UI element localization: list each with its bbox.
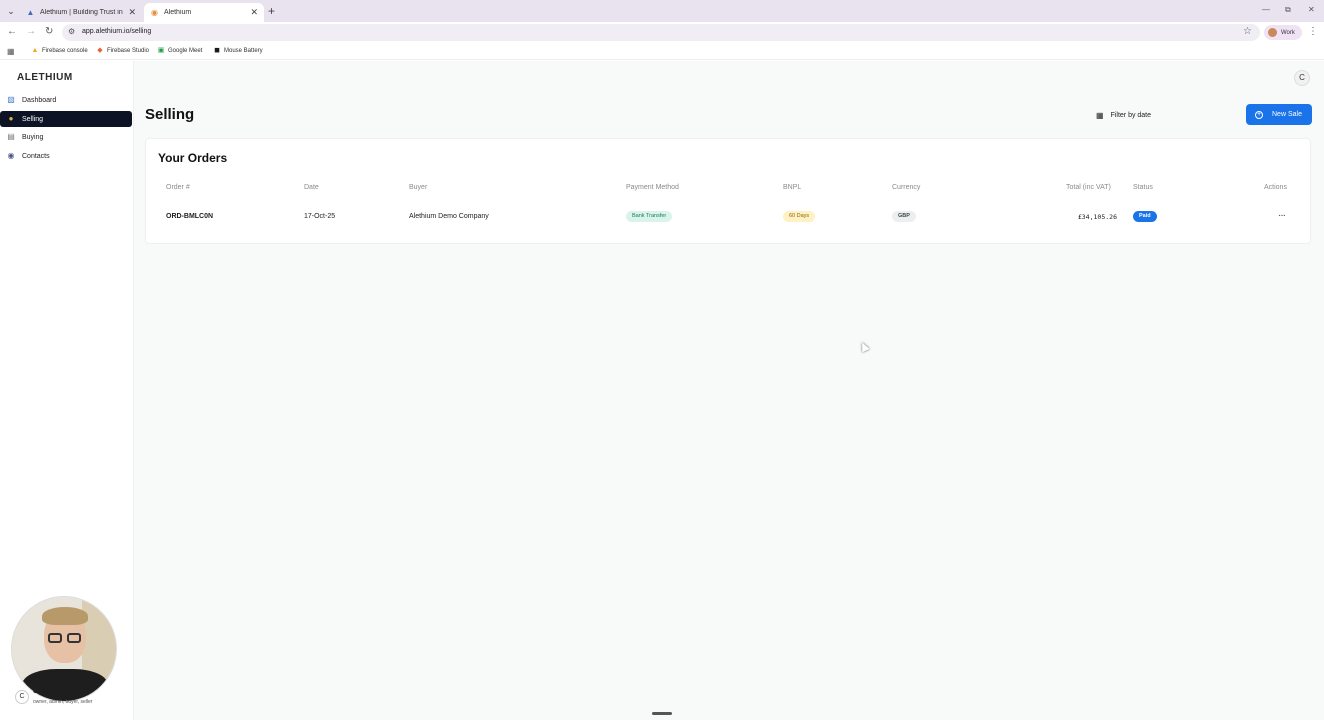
bookmark-label: Firebase console (42, 48, 88, 54)
bookmark-label: Google Meet (168, 48, 203, 54)
back-icon[interactable]: ← (7, 26, 17, 38)
user-roles: owner, admin, buyer, seller (33, 699, 93, 705)
webcam-overlay (11, 596, 117, 702)
firebase-icon: ▲ (31, 47, 39, 54)
webcam-person-body (22, 669, 108, 701)
tab-label: Alethium (164, 9, 192, 16)
sidebar: ALETHIUM ▧ Dashboard ● Selling ▤ Buying … (0, 61, 134, 720)
currency-badge: GBP (892, 211, 916, 222)
bnpl-badge: 60 Days (783, 211, 816, 222)
people-icon: ◉ (7, 151, 15, 160)
minimize-icon[interactable]: — (1262, 5, 1270, 14)
app-logo[interactable]: ALETHIUM (17, 72, 73, 83)
column-header-currency[interactable]: Currency (892, 184, 920, 191)
bookmarks-bar: ▦ ▲ Firebase console ◆ Firebase Studio ▣… (0, 43, 1324, 60)
order-buyer: Alethium Demo Company (409, 213, 489, 220)
order-total: £34,105.26 (1077, 213, 1117, 221)
close-icon[interactable]: ✕ (128, 7, 136, 18)
orders-card: Your Orders Order # Date Buyer Payment M… (145, 138, 1311, 244)
money-bag-icon: ● (8, 114, 14, 123)
column-header-total[interactable]: Total (inc VAT) (1066, 184, 1111, 191)
sidebar-item-label: Dashboard (22, 96, 57, 104)
firebase-studio-icon: ◆ (97, 47, 103, 54)
new-sale-button[interactable]: + New Sale (1246, 104, 1312, 125)
column-header-actions: Actions (1264, 184, 1287, 191)
address-bar: ← → ↻ ⚙ app.alethium.io/selling ☆ Work (0, 22, 1324, 43)
app-root: ALETHIUM ▧ Dashboard ● Selling ▤ Buying … (0, 61, 1324, 720)
site-info-icon[interactable]: ⚙ (68, 27, 75, 36)
sidebar-item-selling[interactable]: ● Selling (0, 111, 132, 127)
column-header-buyer[interactable]: Buyer (409, 184, 427, 191)
payment-method-badge: Bank Transfer (626, 211, 673, 222)
close-icon[interactable]: ✕ (250, 7, 258, 18)
profile-label: Work (1281, 29, 1295, 36)
column-header-payment-method[interactable]: Payment Method (626, 184, 679, 191)
url-field[interactable]: ⚙ app.alethium.io/selling ☆ (62, 24, 1260, 41)
sidebar-item-buying[interactable]: ▤ Buying (0, 129, 132, 145)
bookmark-mouse-battery[interactable]: ◼ Mouse Battery (213, 47, 263, 55)
orders-title: Your Orders (158, 151, 228, 165)
sidebar-item-contacts[interactable]: ◉ Contacts (0, 148, 132, 164)
sidebar-item-label: Contacts (22, 152, 50, 160)
restore-icon[interactable]: ⧉ (1285, 5, 1291, 15)
column-header-status[interactable]: Status (1133, 184, 1153, 191)
column-header-date[interactable]: Date (304, 184, 319, 191)
filter-label: Filter by date (1110, 111, 1152, 119)
alethium-favicon-icon: ◉ (151, 8, 158, 17)
order-number[interactable]: ORD-BMLC0N (166, 213, 213, 220)
new-tab-icon[interactable]: + (268, 4, 275, 18)
page-title: Selling (145, 106, 195, 123)
bookmark-firebase-studio[interactable]: ◆ Firebase Studio (96, 47, 149, 55)
bookmark-label: Firebase Studio (107, 48, 150, 54)
new-sale-label: New Sale (1272, 111, 1302, 118)
browser-menu-icon[interactable]: ⋮ (1308, 26, 1318, 37)
browser-tab[interactable]: ▲ Alethium | Building Trust in Wo ✕ (20, 3, 142, 22)
webcam-glasses-right (67, 633, 81, 643)
row-actions-menu-icon[interactable]: ··· (1278, 210, 1286, 221)
tab-search-icon[interactable]: ⌄ (4, 4, 18, 18)
plus-circle-icon: + (1255, 110, 1263, 119)
bookmark-label: Mouse Battery (224, 48, 263, 54)
window-close-icon[interactable]: ✕ (1308, 5, 1315, 14)
apps-grid-icon[interactable]: ▦ (7, 47, 15, 56)
mouse-battery-icon: ◼ (214, 47, 220, 54)
sidebar-item-label: Buying (22, 133, 44, 141)
calendar-icon: ▦ (1096, 110, 1104, 120)
filter-by-date-button[interactable]: ▦ Filter by date (1090, 105, 1170, 125)
column-header-bnpl[interactable]: BNPL (783, 184, 801, 191)
browser-tab-active[interactable]: ◉ Alethium ✕ (144, 3, 264, 22)
bookmark-google-meet[interactable]: ▣ Google Meet (157, 47, 203, 55)
chart-icon: ▧ (7, 95, 15, 104)
profile-avatar (1268, 28, 1277, 37)
column-header-order[interactable]: Order # (166, 184, 190, 191)
meet-icon: ▣ (157, 47, 165, 54)
user-avatar: C (15, 690, 29, 704)
order-date: 17-Oct-25 (304, 213, 336, 220)
status-badge: Paid (1133, 211, 1157, 222)
url-text: app.alethium.io/selling (82, 28, 152, 35)
bookmark-star-icon[interactable]: ☆ (1243, 26, 1252, 37)
tab-label: Alethium | Building Trust in Wo (40, 9, 124, 16)
reload-icon[interactable]: ↻ (45, 26, 53, 38)
alethium-favicon-icon: ▲ (26, 8, 35, 17)
sidebar-item-dashboard[interactable]: ▧ Dashboard (0, 92, 132, 108)
scroll-handle[interactable] (652, 712, 672, 715)
sidebar-item-label: Selling (22, 115, 44, 123)
webcam-person-hair (42, 607, 88, 625)
bookmark-firebase-console[interactable]: ▲ Firebase console (31, 47, 88, 55)
user-name: Ch... (33, 689, 46, 695)
webcam-glasses-left (48, 633, 62, 643)
forward-icon[interactable]: → (26, 26, 36, 38)
account-avatar[interactable]: C (1294, 70, 1310, 86)
browser-tab-bar: ⌄ ▲ Alethium | Building Trust in Wo ✕ ◉ … (0, 0, 1324, 22)
cart-icon: ▤ (7, 132, 15, 141)
profile-button[interactable]: Work (1264, 25, 1302, 40)
table-row[interactable]: ORD-BMLC0N 17-Oct-25 Alethium Demo Compa… (146, 204, 1312, 230)
